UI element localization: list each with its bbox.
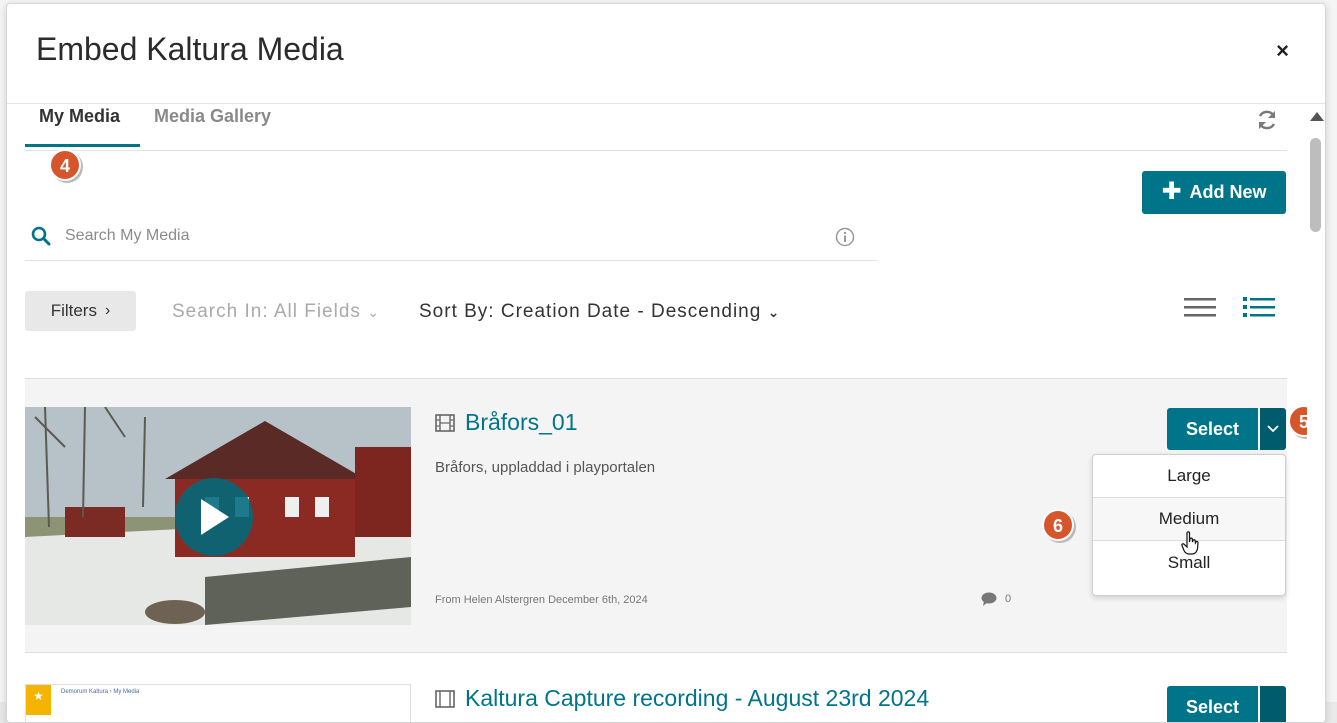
step-badge-6: 6 — [1042, 509, 1074, 541]
modal-header: Embed Kaltura Media × — [7, 4, 1325, 104]
embed-size-menu: Large Medium Small — [1092, 454, 1286, 596]
close-button[interactable]: × — [1276, 38, 1289, 64]
media-entry: Bråfors_01 Bråfors, uppladdad i playport… — [25, 378, 1287, 653]
sort-by-dropdown[interactable]: Sort By: Creation Date - Descending ⌄ — [419, 301, 780, 323]
scrollbar[interactable] — [1307, 106, 1326, 723]
refresh-icon[interactable] — [1255, 108, 1279, 132]
filters-label: Filters — [51, 301, 97, 321]
scroll-up-arrow-icon[interactable] — [1310, 112, 1324, 121]
select-size-toggle[interactable] — [1260, 408, 1286, 450]
tab-my-media[interactable]: My Media — [39, 106, 120, 127]
comments-count: 0 — [981, 592, 1011, 606]
active-tab-indicator — [25, 144, 140, 147]
hand-cursor-icon — [1181, 531, 1199, 555]
entry-title-row: Kaltura Capture recording - August 23rd … — [435, 685, 929, 712]
modal-title: Embed Kaltura Media — [36, 31, 344, 68]
step-badge-4: 4 — [49, 149, 81, 181]
compact-view-icon[interactable] — [1183, 294, 1217, 320]
play-button[interactable] — [175, 478, 253, 556]
entry-title-link[interactable]: Kaltura Capture recording - August 23rd … — [465, 685, 929, 712]
size-option-large[interactable]: Large — [1093, 455, 1285, 498]
chevron-down-icon: ⌄ — [367, 304, 380, 320]
video-film-icon — [435, 690, 455, 708]
media-entry: ★ Demorum Kaltura › My Media Kaltura Cap… — [25, 669, 1287, 723]
add-new-button[interactable]: ✚ Add New — [1142, 171, 1286, 214]
sort-by-label: Sort By: Creation Date - Descending — [419, 301, 761, 322]
chevron-down-icon — [1267, 425, 1279, 433]
entry-title-link[interactable]: Bråfors_01 — [465, 409, 578, 436]
plus-icon: ✚ — [1161, 180, 1181, 204]
entry-thumbnail[interactable] — [25, 407, 411, 625]
thumbnail-breadcrumb: Demorum Kaltura › My Media — [61, 689, 139, 695]
media-tabs: My Media Media Gallery — [25, 104, 1287, 151]
chevron-down-icon: ⌄ — [768, 304, 781, 320]
info-icon[interactable] — [835, 227, 855, 247]
filters-button[interactable]: Filters › — [25, 291, 136, 331]
entry-meta: From Helen Alstergren December 6th, 2024 — [435, 594, 648, 606]
search-icon — [31, 226, 51, 246]
entry-description: Bråfors, uppladdad i playportalen — [435, 459, 655, 476]
select-button[interactable]: Select — [1167, 408, 1258, 450]
tab-media-gallery[interactable]: Media Gallery — [154, 106, 271, 127]
select-button[interactable]: Select — [1167, 686, 1258, 723]
search-bar — [25, 214, 877, 261]
select-size-toggle[interactable] — [1260, 686, 1286, 723]
search-in-label: Search In: All Fields — [172, 301, 361, 322]
search-in-dropdown[interactable]: Search In: All Fields ⌄ — [172, 301, 380, 323]
add-new-label: Add New — [1190, 182, 1267, 203]
logo-icon: ★ — [26, 685, 51, 715]
detailed-view-icon[interactable] — [1242, 294, 1276, 320]
scrollbar-thumb[interactable] — [1310, 138, 1321, 232]
entry-title-row: Bråfors_01 — [435, 409, 578, 436]
comments-value: 0 — [1005, 593, 1011, 605]
search-input[interactable] — [65, 222, 805, 250]
comment-icon — [981, 592, 997, 606]
entry-thumbnail[interactable]: ★ Demorum Kaltura › My Media — [25, 684, 411, 723]
embed-media-modal: Embed Kaltura Media × My Media Media Gal… — [6, 3, 1326, 723]
play-icon — [197, 497, 231, 537]
chevron-right-icon: › — [105, 302, 110, 320]
video-film-icon — [435, 414, 455, 432]
